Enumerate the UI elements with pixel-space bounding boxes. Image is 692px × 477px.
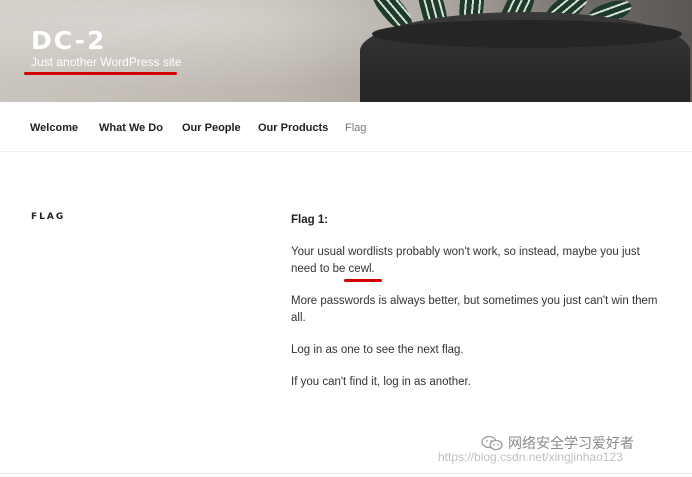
paragraph: If you can't find it, log in as another. — [291, 376, 471, 388]
site-title[interactable]: DC-2 — [31, 26, 106, 55]
site-description: Just another WordPress site — [31, 55, 182, 69]
red-underline-annotation — [24, 72, 177, 75]
site-header: DC-2 Just another WordPress site — [0, 0, 692, 102]
page-title: FLAG — [31, 212, 66, 222]
nav-item-flag[interactable]: Flag — [345, 122, 366, 134]
nav-item-our-people[interactable]: Our People — [182, 122, 241, 134]
flag-heading: Flag 1: — [291, 214, 329, 226]
nav-item-what-we-do[interactable]: What We Do — [99, 122, 163, 134]
nav-item-our-products[interactable]: Our Products — [258, 122, 328, 134]
wechat-icon — [481, 435, 503, 451]
entry-content: Flag 1: Your usual wordlists probably wo… — [291, 212, 661, 406]
nav-item-welcome[interactable]: Welcome — [30, 122, 78, 134]
paragraph: Your usual wordlists probably won't work… — [291, 246, 640, 275]
red-underline-annotation — [344, 279, 382, 282]
main-navigation: Welcome What We Do Our People Our Produc… — [0, 102, 692, 152]
divider — [0, 473, 692, 474]
plant-pot-rim — [372, 20, 682, 48]
paragraph: More passwords is always better, but som… — [291, 295, 658, 324]
paragraph: Log in as one to see the next flag. — [291, 344, 464, 356]
url-watermark: https://blog.csdn.net/xingjinhao123 — [438, 450, 623, 464]
